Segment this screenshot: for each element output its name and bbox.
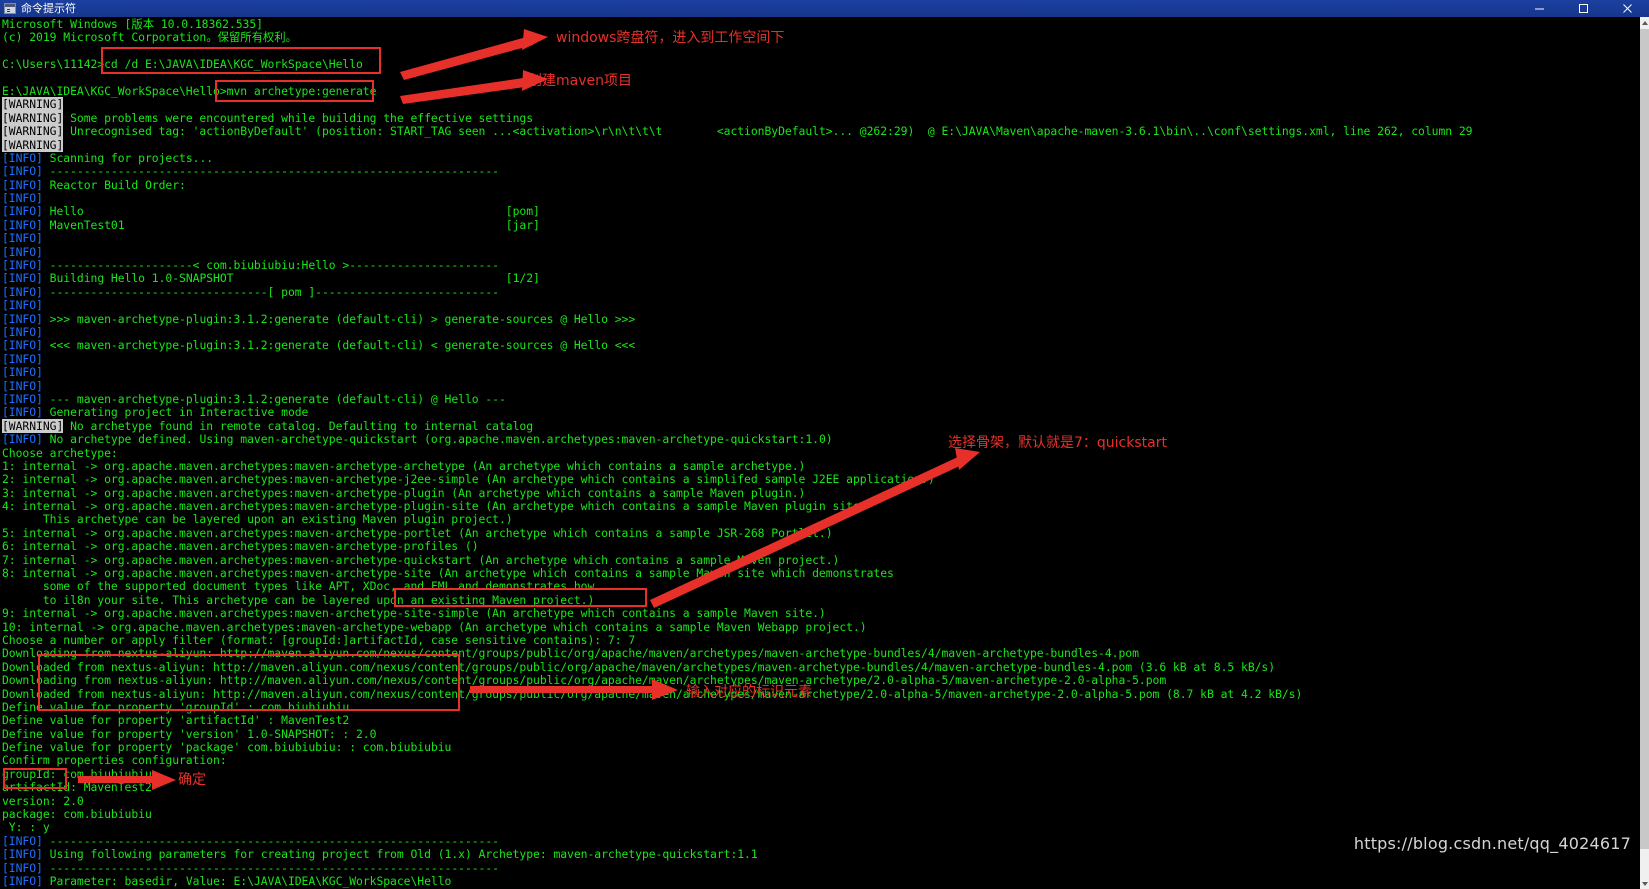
terminal-line: [WARNING] Some problems were encountered… [2, 110, 534, 125]
terminal-line: [INFO] --------------------------------[… [2, 284, 499, 299]
terminal-line: E:\JAVA\IDEA\KGC_WorkSpace\Hello>mvn arc… [2, 83, 377, 98]
terminal-line: [INFO] Hello [pom] [2, 204, 540, 219]
terminal-line: Define value for property 'package' com.… [2, 740, 452, 755]
scroll-up-icon[interactable] [1640, 17, 1649, 28]
close-icon[interactable] [1605, 0, 1649, 17]
terminal-line: groupId: com.biubiubiu [2, 766, 152, 781]
terminal-line: [WARNING] [2, 137, 64, 152]
window-titlebar[interactable]: 命令提示符 [0, 0, 1649, 17]
terminal-line: [INFO] No archetype defined. Using maven… [2, 432, 833, 447]
terminal-line: 7: internal -> org.apache.maven.archetyp… [2, 552, 840, 567]
terminal-line: This archetype can be layered upon an ex… [2, 512, 513, 527]
terminal-line: artifactId: MavenTest2 [2, 780, 152, 795]
terminal-line: Choose a number or apply filter (format:… [2, 632, 636, 647]
terminal-line: [INFO] Scanning for projects... [2, 150, 214, 165]
terminal-line: Define value for property 'artifactId' :… [2, 713, 350, 728]
terminal-lines: Microsoft Windows [版本 10.0.18362.535] (c)… [2, 17, 1473, 888]
terminal-line: [INFO] [2, 324, 43, 339]
vertical-scrollbar[interactable] [1640, 17, 1649, 889]
window-controls [1517, 0, 1649, 17]
terminal-line: [INFO] MavenTest01 [jar] [2, 217, 540, 232]
terminal-line: 2: internal -> org.apache.maven.archetyp… [2, 472, 935, 487]
scroll-down-icon[interactable] [1640, 878, 1649, 889]
minimize-icon[interactable] [1517, 0, 1561, 17]
terminal-line: version: 2.0 [2, 793, 84, 808]
terminal-line: C:\Users\11142>cd /d E:\JAVA\IDEA\KGC_Wo… [2, 57, 363, 72]
scrollbar-thumb[interactable] [1640, 29, 1649, 849]
terminal-line: Downloaded from nextus-aliyun: http://ma… [2, 686, 1303, 701]
terminal-line: 1: internal -> org.apache.maven.archetyp… [2, 458, 806, 473]
terminal-line: [INFO] ---------------------------------… [2, 860, 499, 875]
terminal-line: [INFO] <<< maven-archetype-plugin:3.1.2:… [2, 338, 636, 353]
terminal-line: [INFO] --- maven-archetype-plugin:3.1.2:… [2, 391, 506, 406]
terminal-line: [INFO] Generating project in Interactive… [2, 405, 309, 420]
terminal-line: [INFO] Parameter: basedir, Value: E:\JAV… [2, 874, 452, 888]
terminal-line: [INFO] ---------------------------------… [2, 833, 499, 848]
terminal-line: some of the supported document types lik… [2, 579, 595, 594]
terminal-line: [INFO] [2, 244, 43, 259]
terminal-line: (c) 2019 Microsoft Corporation。保留所有权利。 [2, 30, 297, 45]
terminal-line: [INFO] >>> maven-archetype-plugin:3.1.2:… [2, 311, 636, 326]
watermark: https://blog.csdn.net/qq_4024617 [1353, 834, 1631, 853]
terminal-line: [INFO] [2, 298, 43, 313]
terminal-line: 3: internal -> org.apache.maven.archetyp… [2, 485, 806, 500]
terminal-line: [WARNING] [2, 97, 64, 112]
terminal-line: Microsoft Windows [版本 10.0.18362.535] [2, 17, 263, 31]
terminal-line: 5: internal -> org.apache.maven.archetyp… [2, 525, 833, 540]
terminal-line: Confirm properties configuration: [2, 753, 227, 768]
terminal-line: to il8n your site. This archetype can be… [2, 592, 595, 607]
terminal-line: Define value for property 'version' 1.0-… [2, 726, 377, 741]
terminal-line: [WARNING] No archetype found in remote c… [2, 418, 534, 433]
terminal-line: 8: internal -> org.apache.maven.archetyp… [2, 566, 894, 581]
terminal-line: Choose archetype: [2, 445, 118, 460]
terminal-line: Define value for property 'groupId' : co… [2, 699, 350, 714]
terminal-line: [INFO] [2, 378, 43, 393]
terminal-line: Downloading from nextus-aliyun: http://m… [2, 646, 1139, 661]
terminal-line: [INFO] ---------------------------------… [2, 164, 499, 179]
maximize-icon[interactable] [1561, 0, 1605, 17]
terminal-line: [INFO] [2, 365, 43, 380]
terminal-line: Downloaded from nextus-aliyun: http://ma… [2, 659, 1276, 674]
console-icon [4, 3, 16, 14]
terminal-line: [INFO] ---------------------< com.biubiu… [2, 258, 499, 273]
cmd-window: 命令提示符 Microsoft Windows [版本 10.0.18362.5… [0, 0, 1649, 889]
terminal-line: [WARNING] Unrecognised tag: 'actionByDef… [2, 124, 1473, 139]
terminal-line: [INFO] Building Hello 1.0-SNAPSHOT [1/2] [2, 271, 540, 286]
terminal-line: Y: : y [2, 820, 50, 835]
terminal-output[interactable]: Microsoft Windows [版本 10.0.18362.535] (c)… [0, 17, 1640, 889]
terminal-line: 6: internal -> org.apache.maven.archetyp… [2, 539, 479, 554]
terminal-line: [INFO] [2, 231, 43, 246]
terminal-line: 10: internal -> org.apache.maven.archety… [2, 619, 867, 634]
terminal-line: [INFO] Reactor Build Order: [2, 177, 186, 192]
terminal-line: [INFO] Using following parameters for cr… [2, 847, 758, 862]
terminal-line: [INFO] [2, 351, 43, 366]
terminal-line: [INFO] [2, 191, 43, 206]
terminal-line: Downloading from nextus-aliyun: http://m… [2, 673, 1167, 688]
terminal-line: 9: internal -> org.apache.maven.archetyp… [2, 606, 826, 621]
window-title: 命令提示符 [21, 2, 76, 15]
terminal-line: package: com.biubiubiu [2, 807, 152, 822]
terminal-line: 4: internal -> org.apache.maven.archetyp… [2, 499, 867, 514]
